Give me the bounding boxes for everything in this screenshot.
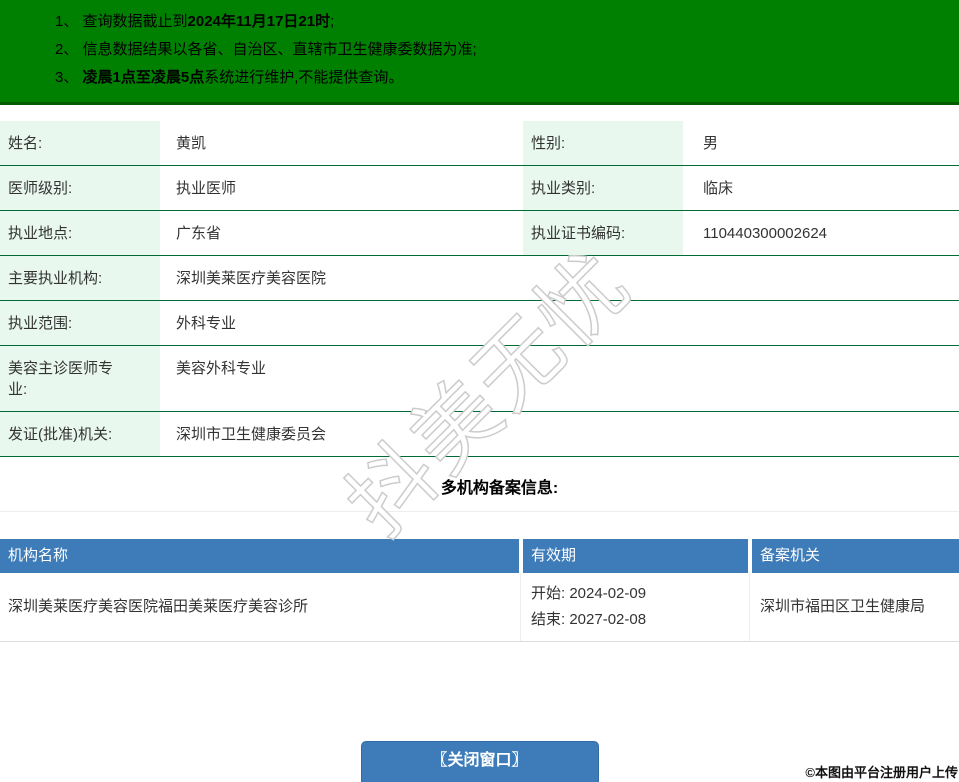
field-label-cosmetic-specialty: 美容主诊医师专业: — [0, 346, 160, 411]
records-table: 机构名称 有效期 备案机关 深圳美莱医疗美容医院福田美莱医疗美容诊所 开始: 2… — [0, 539, 959, 642]
table-row: 医师级别: 执业医师 执业类别: 临床 — [0, 166, 959, 211]
field-label-name: 姓名: — [0, 121, 160, 165]
notice-text: 系统进行维护,不能提供查询。 — [204, 69, 404, 86]
notice-line-1: 1、 查询数据截止到2024年11月17日21时; — [55, 8, 949, 36]
notice-bold-text: 凌晨1点至凌晨5点 — [82, 69, 205, 86]
table-row: 执业范围: 外科专业 — [0, 301, 959, 346]
notice-text: 3、 — [55, 69, 83, 86]
notice-banner: 1、 查询数据截止到2024年11月17日21时; 2、 信息数据结果以各省、自… — [0, 0, 959, 105]
field-value-gender: 男 — [703, 135, 719, 152]
record-authority-text: 深圳市福田区卫生健康局 — [760, 598, 926, 615]
table-row: 执业地点: 广东省 执业证书编码: 110440300002624 — [0, 211, 959, 256]
field-value-practice-location: 广东省 — [176, 225, 222, 242]
table-row: 姓名: 黄凯 性别: 男 — [0, 121, 959, 166]
license-query-result-page: 1、 查询数据截止到2024年11月17日21时; 2、 信息数据结果以各省、自… — [0, 0, 959, 782]
field-value-cosmetic-specialty: 美容外科专业 — [176, 360, 267, 377]
column-header-validity: 有效期 — [523, 539, 748, 573]
field-label-doctor-level: 医师级别: — [0, 166, 160, 210]
field-value-doctor-level: 执业医师 — [176, 180, 237, 197]
notice-line-2: 2、 信息数据结果以各省、自治区、直辖市卫生健康委数据为准; — [55, 36, 949, 64]
field-label-certificate-no: 执业证书编码: — [523, 211, 683, 255]
field-label-issuing-authority: 发证(批准)机关: — [0, 412, 160, 456]
notice-text: ; — [330, 13, 335, 30]
record-org-name-text: 深圳美莱医疗美容医院福田美莱医疗美容诊所 — [8, 598, 309, 615]
field-label-gender: 性别: — [523, 121, 683, 165]
records-table-header: 机构名称 有效期 备案机关 — [0, 539, 959, 573]
notice-text: 1、 查询数据截止到 — [55, 13, 188, 30]
field-value-practice-category: 临床 — [703, 180, 734, 197]
table-row: 深圳美莱医疗美容医院福田美莱医疗美容诊所 开始: 2024-02-09 结束: … — [0, 573, 959, 642]
footer: 〖关闭窗口〗 — [0, 741, 959, 782]
notice-text: 2、 信息数据结果以各省、自治区、直辖市卫生健康委数据为准; — [55, 41, 477, 58]
table-row: 发证(批准)机关: 深圳市卫生健康委员会 — [0, 412, 959, 457]
column-header-org-name: 机构名称 — [0, 539, 519, 573]
record-authority: 深圳市福田区卫生健康局 — [749, 573, 959, 641]
record-validity-start: 开始: 2024-02-09 — [531, 585, 647, 602]
record-validity-end: 结束: 2027-02-08 — [531, 611, 647, 628]
notice-line-3: 3、 凌晨1点至凌晨5点系统进行维护,不能提供查询。 — [55, 64, 949, 92]
field-label-practice-category: 执业类别: — [523, 166, 683, 210]
field-value-name: 黄凯 — [176, 135, 207, 152]
field-value-practice-scope: 外科专业 — [176, 315, 237, 332]
doctor-info-table: 姓名: 黄凯 性别: 男 医师级别: 执业医师 执业类别: 临床 执业地点: 广… — [0, 121, 959, 457]
record-validity: 开始: 2024-02-09 结束: 2027-02-08 — [520, 573, 748, 641]
table-row: 美容主诊医师专业: 美容外科专业 — [0, 346, 959, 412]
column-header-authority: 备案机关 — [752, 539, 959, 573]
field-value-certificate-no: 110440300002624 — [703, 225, 828, 242]
field-label-main-institution: 主要执业机构: — [0, 256, 160, 300]
table-row: 主要执业机构: 深圳美莱医疗美容医院 — [0, 256, 959, 301]
record-org-name: 深圳美莱医疗美容医院福田美莱医疗美容诊所 — [0, 573, 519, 641]
field-value-main-institution: 深圳美莱医疗美容医院 — [176, 270, 327, 287]
field-value-issuing-authority: 深圳市卫生健康委员会 — [176, 426, 327, 443]
close-window-button[interactable]: 〖关闭窗口〗 — [360, 741, 599, 782]
field-label-practice-scope: 执业范围: — [0, 301, 160, 345]
field-label-practice-location: 执业地点: — [0, 211, 160, 255]
notice-bold-text: 2024年11月17日21时 — [187, 13, 331, 30]
section-title-multi-institution: 多机构备案信息: — [440, 480, 559, 497]
section-divider — [0, 511, 959, 512]
